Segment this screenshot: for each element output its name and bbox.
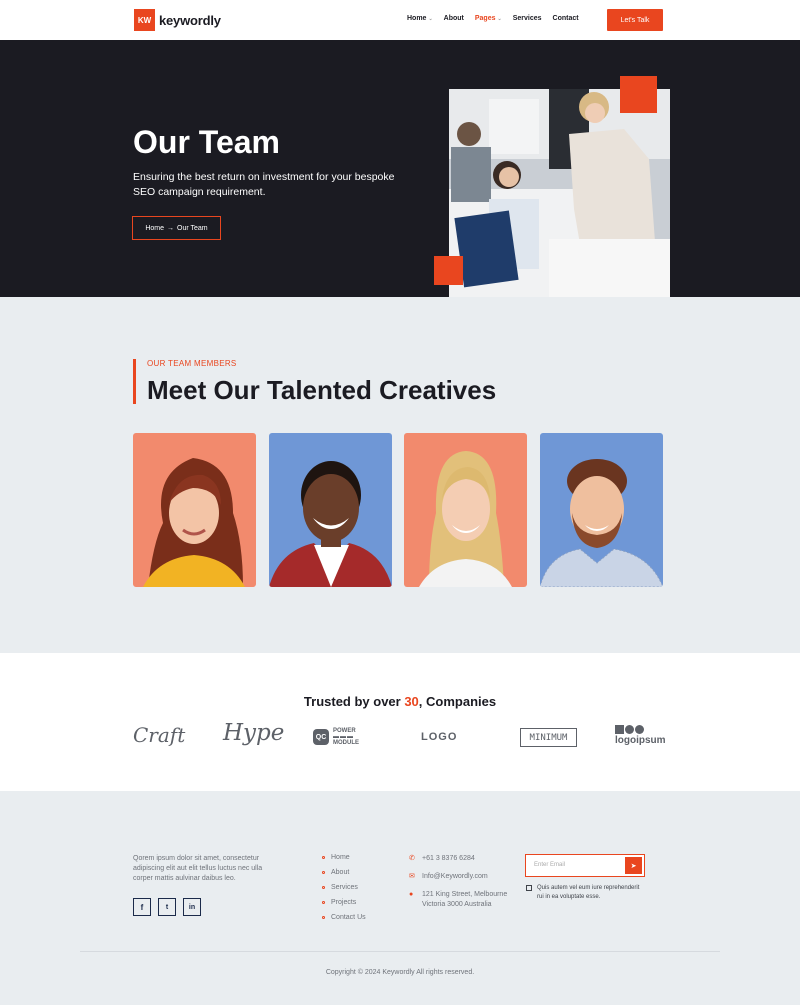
team-member-card[interactable] [269,433,392,587]
footer-link-contact[interactable]: Contact Us [322,914,366,929]
consent-text: Quis autem vel eum iure reprehenderit ru… [537,885,640,900]
bullet-icon [322,886,325,889]
footer-about: Qorem ipsum dolor sit amet, consectetur … [133,855,263,882]
facebook-icon[interactable]: f [133,898,151,916]
section-title: Meet Our Talented Creatives [147,375,497,405]
phone-icon: ✆ [409,855,415,862]
breadcrumb: Home → Our Team [132,216,221,240]
breadcrumb-current: Our Team [177,224,208,232]
brand-logo-logo: LOGO [421,731,458,743]
nav-home[interactable]: Home ⌄ [407,15,433,22]
arrow-right-icon: → [167,224,175,232]
member-portrait [419,451,512,587]
team-section: OUR TEAM MEMBERS Meet Our Talented Creat… [0,297,800,653]
team-member-card[interactable] [404,433,527,587]
send-icon[interactable]: ➤ [625,857,642,874]
nav-about[interactable]: About [444,15,464,22]
logo[interactable]: KW keywordly [134,9,221,31]
section-eyebrow: OUR TEAM MEMBERS [147,359,237,368]
logo-mark: KW [134,9,155,31]
footer-address: ● 121 King Street, Melbourne Victoria 300… [409,891,508,908]
nav-services[interactable]: Services [513,15,542,22]
chevron-down-icon: ⌄ [428,16,433,22]
lets-talk-button[interactable]: Let's Talk [607,9,663,31]
linkedin-icon[interactable]: in [183,898,201,916]
footer-phone[interactable]: ✆ +61 3 8376 6284 [409,854,512,864]
company-count: 30 [404,694,419,709]
nav-contact[interactable]: Contact [553,15,579,22]
footer-links: Home About Services Projects Contact Us [322,854,366,929]
trusted-section: Trusted by over 30, Companies Craft Hype… [0,653,800,791]
main-nav: Home ⌄ About Pages ⌄ Services Contact [407,15,579,22]
brand-logo-hype: Hype [223,720,285,746]
team-office-photo [449,89,670,297]
chevron-down-icon: ⌄ [497,16,502,22]
bullet-icon [322,901,325,904]
bullet-icon [322,871,325,874]
twitter-icon[interactable]: t [158,898,176,916]
footer-link-services[interactable]: Services [322,884,366,899]
brand-logo-logoipsum: logoipsum [615,725,666,746]
bullet-icon [322,916,325,919]
footer-link-home[interactable]: Home [322,854,366,869]
page-title: Our Team [133,124,280,160]
team-member-card[interactable] [133,433,256,587]
logo-text: keywordly [159,12,221,28]
footer-contact: ✆ +61 3 8376 6284 ✉ Info@Keywordly.com ● 12… [409,854,512,918]
nav-pages[interactable]: Pages ⌄ [475,15,502,22]
trusted-title: Trusted by over 30, Companies [303,694,497,709]
logoipsum-mark-icon [615,725,644,734]
location-pin-icon: ● [409,891,414,898]
brand-logo-power-module: QC POWER ▬▬▬ MODULE [313,728,359,746]
footer-link-projects[interactable]: Projects [322,899,366,914]
member-portrait [143,458,245,587]
member-portrait [540,459,663,587]
qc-icon: QC [313,729,329,745]
team-member-card[interactable] [540,433,663,587]
brand-logo-craft: Craft [133,723,186,747]
hero-subtitle: Ensuring the best return on investment f… [133,171,395,198]
accent-bar [133,359,136,404]
decor-square [620,76,657,113]
copyright: Copyright © 2024 Keywordly All rights re… [325,969,475,976]
brand-logo-minimum: MINIMUM [520,728,577,747]
newsletter-form: Enter Email ➤ [525,854,645,877]
hero-section: Our Team Ensuring the best return on inv… [0,40,800,297]
footer-divider [80,951,720,952]
site-header: KW keywordly Home ⌄ About Pages ⌄ Services… [0,0,800,40]
breadcrumb-home[interactable]: Home [145,225,164,232]
member-portrait [269,461,392,587]
consent-checkbox[interactable]: Quis autem vel eum iure reprehenderit ru… [526,884,646,902]
mail-icon: ✉ [409,873,415,880]
bullet-icon [322,856,325,859]
footer-link-about[interactable]: About [322,869,366,884]
decor-square [434,256,463,285]
site-footer: Qorem ipsum dolor sit amet, consectetur … [0,791,800,1005]
email-field[interactable]: Enter Email [534,862,565,868]
footer-email[interactable]: ✉ Info@Keywordly.com [409,872,512,882]
checkbox-icon[interactable] [526,885,532,891]
